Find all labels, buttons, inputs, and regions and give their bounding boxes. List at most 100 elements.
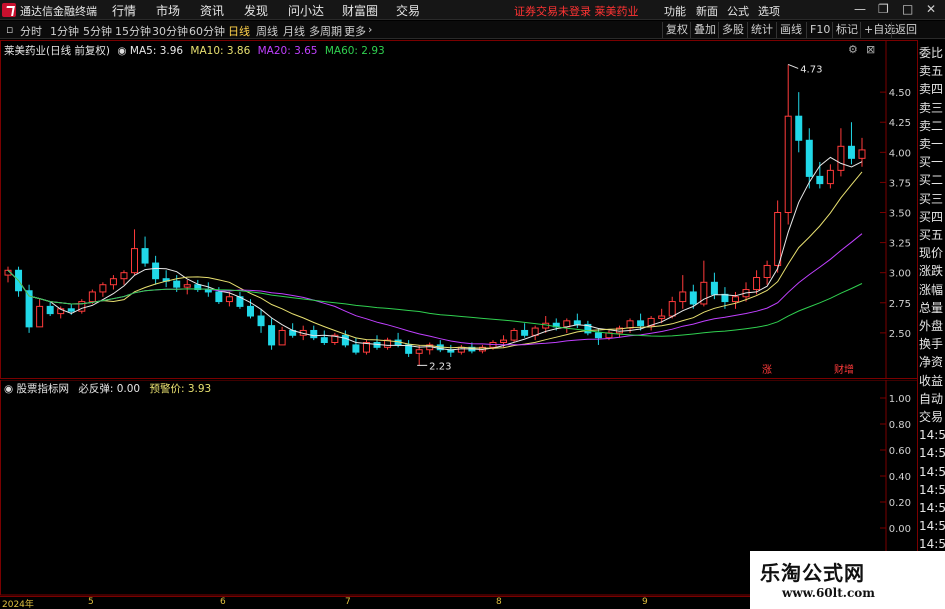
login-notice[interactable]: 证券交易未登录 莱美药业 (514, 3, 639, 19)
candlestick-chart[interactable]: 4.50 4.25 4.00 3.75 3.50 3.25 3.00 2.75 2.50 4.73… (0, 40, 918, 380)
quote-row: 买四 (919, 209, 944, 224)
candle-body (847, 145, 855, 159)
candle-body (816, 175, 824, 185)
quote-row: 14:56 (919, 482, 945, 497)
menu-xuanxiang[interactable]: 选项 (758, 3, 780, 19)
period-15min[interactable]: 15分钟 (115, 23, 151, 39)
menu-shichang[interactable]: 市场 (156, 2, 180, 19)
quote-row: 14:56 (919, 501, 945, 515)
restore-icon[interactable]: ❐ (878, 2, 889, 16)
candle-body (320, 337, 328, 343)
period-multi[interactable]: 多周期 (309, 23, 342, 39)
menu-gongneng[interactable]: 功能 (664, 3, 686, 19)
quote-row: 买五 (919, 228, 944, 242)
candle-body (510, 329, 518, 341)
candle-body (637, 320, 645, 327)
menu-faxian[interactable]: 发现 (244, 2, 268, 19)
x-label-may: 5 (88, 597, 94, 607)
maximize-icon[interactable]: □ (902, 2, 913, 16)
candle-body (805, 139, 813, 177)
menu-zixun[interactable]: 资讯 (200, 2, 224, 19)
y-tick-label: 2.75 (889, 299, 911, 310)
candle-body (795, 115, 803, 141)
btn-huaxian[interactable]: 画线 (776, 22, 805, 38)
candle-body (36, 305, 44, 328)
quote-row: 卖五 (919, 64, 944, 79)
period-daily[interactable]: 日线 (228, 23, 250, 39)
quote-row: 委比 (919, 46, 944, 60)
quote-row: 买一 (919, 155, 944, 170)
quote-row: 卖四 (919, 82, 944, 97)
btn-f10[interactable]: F10 (806, 22, 833, 38)
chart-close-icon[interactable]: ⊠ (866, 43, 875, 56)
btn-fuquan[interactable]: 复权 (662, 22, 691, 38)
more-chevron-icon[interactable]: › (368, 23, 372, 36)
watermark-url: www.60lt.com (782, 586, 875, 600)
btn-duogu[interactable]: 多股 (718, 22, 747, 38)
candle-body (131, 248, 139, 274)
menu-gongshi[interactable]: 公式 (727, 3, 749, 19)
chart-settings-icon[interactable]: ⚙ (848, 43, 858, 56)
legend-ma60: MA60: 2.93 (324, 45, 385, 57)
candle-body (753, 277, 761, 291)
x-label-aug: 8 (496, 597, 502, 607)
period-5min[interactable]: 5分钟 (83, 23, 112, 39)
pane-separator[interactable] (0, 378, 918, 379)
candle-body (257, 315, 265, 327)
btn-fanhui[interactable]: 返回 (891, 22, 920, 38)
menu-hangqing[interactable]: 行情 (112, 2, 136, 19)
indicator-y-label: 0.20 (889, 498, 911, 509)
y-tick-label: 3.00 (889, 269, 911, 280)
menu-jiaoyi[interactable]: 交易 (396, 2, 420, 19)
minimize-icon[interactable]: — (854, 2, 866, 16)
high-marker (788, 63, 799, 69)
candle-body (120, 272, 128, 280)
y-tick-label: 2.50 (889, 329, 911, 340)
menu-xinmian[interactable]: 新面 (696, 3, 718, 19)
x-label-jun: 6 (220, 597, 226, 607)
quote-row: 14:56 (919, 464, 945, 479)
candle-body (215, 291, 223, 303)
candle-body (563, 320, 571, 328)
y-tick-label: 3.50 (889, 209, 911, 220)
candle-body (594, 332, 602, 339)
quote-row: 买二 (919, 173, 944, 188)
period-fenshi[interactable]: 分时 (20, 23, 42, 39)
legend-ma10: MA10: 3.86 (190, 45, 251, 57)
candle-body (774, 212, 782, 266)
period-more[interactable]: 更多 (344, 23, 366, 39)
period-weekly[interactable]: 周线 (256, 23, 278, 39)
btn-biaoji[interactable]: 标记 (832, 22, 861, 38)
period-1min[interactable]: 1分钟 (50, 23, 79, 39)
candle-body (310, 329, 318, 339)
period-30min[interactable]: 30分钟 (152, 23, 188, 39)
candle-body (415, 349, 423, 354)
period-monthly[interactable]: 月线 (283, 23, 305, 39)
top-menu-bar (0, 0, 945, 20)
menu-caifuquan[interactable]: 财富圈 (342, 2, 378, 19)
close-icon[interactable]: ✕ (926, 2, 936, 16)
candle-body (183, 284, 191, 288)
candle-body (341, 334, 349, 346)
candle-body (837, 145, 845, 171)
candle-body (352, 344, 360, 353)
indicator-y-label: 0.80 (889, 420, 911, 431)
menu-wenxiaoda[interactable]: 问小达 (288, 2, 324, 19)
period-60min[interactable]: 60分钟 (189, 23, 225, 39)
candle-body (500, 339, 508, 343)
low-label: 2.23 (429, 361, 451, 372)
candle-body (573, 320, 581, 325)
event-tag: 财增 (834, 363, 854, 376)
quote-row: 买三 (919, 191, 944, 206)
legend-ma20: MA20: 3.65 (257, 45, 318, 57)
app-title: 通达信金融终端 (20, 5, 97, 18)
quote-row: 自动 (919, 391, 944, 406)
quote-row: 收益 (919, 373, 944, 388)
candle-body (99, 284, 107, 293)
legend-ma5: MA5: 3.96 (129, 45, 184, 57)
btn-tongji[interactable]: 统计 (747, 22, 776, 38)
app-logo-icon (2, 3, 16, 17)
btn-diejia[interactable]: 叠加 (690, 22, 719, 38)
indicator-y-label: 0.40 (889, 472, 911, 483)
legend-settings-icon[interactable]: ◉ (117, 45, 126, 57)
